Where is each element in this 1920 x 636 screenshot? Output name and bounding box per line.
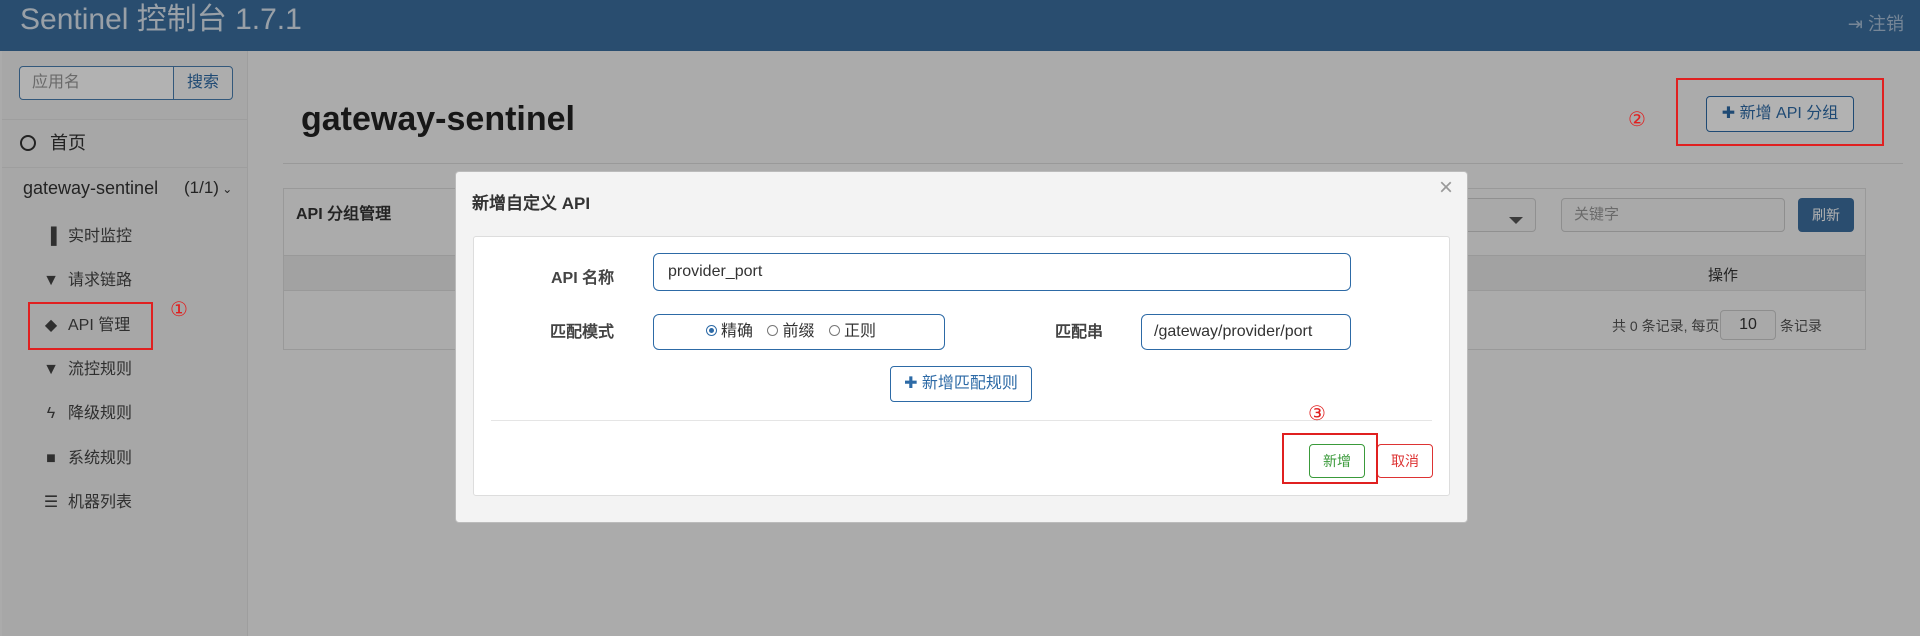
annotation-box-api-management xyxy=(28,302,153,350)
dialog-divider xyxy=(491,420,1432,421)
close-icon[interactable]: × xyxy=(1439,174,1453,202)
radio-label: 前缀 xyxy=(782,323,815,340)
radio-label: 精确 xyxy=(721,323,754,340)
match-string-label: 匹配串 xyxy=(1055,324,1104,341)
api-name-input[interactable]: provider_port xyxy=(653,253,1351,291)
api-name-label: API 名称 xyxy=(551,270,615,287)
radio-unchecked-icon xyxy=(828,324,840,336)
radio-regex[interactable]: 正则 xyxy=(828,323,876,340)
annotation-box-add-group xyxy=(1676,78,1884,146)
radio-unchecked-icon xyxy=(767,324,779,336)
annotation-marker-2: ② xyxy=(1628,109,1646,131)
annotation-box-add-button xyxy=(1282,433,1378,484)
add-rule-label: 新增匹配规则 xyxy=(921,375,1018,392)
radio-exact[interactable]: 精确 xyxy=(706,323,753,340)
plus-icon: ✚ xyxy=(904,375,922,392)
cancel-button[interactable]: 取消 xyxy=(1377,444,1433,478)
radio-checked-icon xyxy=(706,324,717,336)
match-string-input[interactable]: /gateway/provider/port xyxy=(1141,314,1351,350)
add-match-rule-button[interactable]: ✚ 新增匹配规则 xyxy=(890,366,1032,402)
annotation-marker-1: ① xyxy=(170,299,188,321)
radio-prefix[interactable]: 前缀 xyxy=(767,323,814,340)
dialog-title: 新增自定义 API xyxy=(472,194,591,213)
radio-label: 正则 xyxy=(843,323,876,340)
match-mode-radio-group: 精确 前缀 正则 xyxy=(653,314,945,350)
match-mode-label: 匹配模式 xyxy=(550,324,615,341)
annotation-marker-3: ③ xyxy=(1308,403,1326,425)
